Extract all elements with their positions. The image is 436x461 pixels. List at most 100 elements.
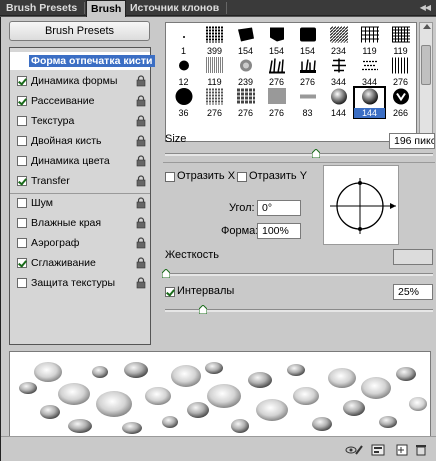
spacing-label: Интервалы — [177, 285, 235, 297]
brush-tip-cell[interactable]: 276 — [261, 56, 292, 87]
brush-tip-cell[interactable]: 144 — [323, 87, 354, 118]
brush-tip-shape — [182, 30, 186, 42]
option-shape-dynamics[interactable]: Динамика формы — [10, 72, 150, 90]
brush-tip-cell[interactable]: 119 — [385, 25, 416, 56]
eye-brush-icon[interactable] — [345, 444, 363, 456]
brush-tip-shape — [267, 88, 286, 108]
brush-settings-icon[interactable] — [371, 444, 385, 456]
angle-field[interactable]: 0° — [257, 200, 301, 216]
brush-tip-cell[interactable]: 239 — [230, 56, 261, 87]
brush-tip-size: 239 — [237, 77, 254, 87]
brush-tip-cell[interactable]: 276 — [199, 87, 230, 118]
brush-tip-shape — [361, 58, 379, 77]
brush-tip-shape — [361, 88, 379, 109]
spacing-field[interactable]: 25% — [393, 284, 433, 300]
lock-icon[interactable] — [136, 277, 146, 289]
size-slider-thumb[interactable] — [311, 148, 321, 159]
brush-tip-shape — [299, 27, 317, 46]
roundness-field[interactable]: 100% — [257, 223, 301, 239]
trash-icon[interactable] — [415, 444, 429, 456]
brush-tip-cell[interactable]: 276 — [261, 87, 292, 118]
scroll-thumb[interactable] — [421, 45, 431, 85]
lock-icon[interactable] — [136, 95, 146, 107]
size-field[interactable]: 196 пикс — [389, 133, 435, 149]
option-checkbox[interactable] — [17, 156, 27, 166]
option-transfer[interactable]: Transfer — [10, 172, 150, 190]
brush-tip-cell[interactable]: 266 — [385, 87, 416, 118]
flip-x-checkbox[interactable] — [165, 172, 175, 182]
option-checkbox[interactable] — [17, 96, 27, 106]
option-checkbox[interactable] — [17, 116, 27, 126]
flip-x-label: Отразить X — [177, 170, 236, 182]
brush-tip-shape — [299, 89, 317, 108]
tab-brush[interactable]: Brush — [86, 0, 127, 17]
brush-grid-scrollbar[interactable] — [419, 22, 433, 142]
brush-tip-cell[interactable]: 154 — [261, 25, 292, 56]
tab-clone-source[interactable]: Источник клонов — [126, 0, 223, 16]
brush-tip-cell[interactable]: 276 — [230, 87, 261, 118]
brush-tip-cell[interactable]: 154 — [292, 25, 323, 56]
brush-tip-cell[interactable]: 12 — [168, 56, 199, 87]
option-dual-brush[interactable]: Двойная кисть — [10, 132, 150, 150]
option-wet-edges[interactable]: Влажные края — [10, 214, 150, 232]
lock-icon[interactable] — [136, 135, 146, 147]
brush-tip-cell[interactable]: 276 — [292, 56, 323, 87]
tab-brush-presets[interactable]: Brush Presets — [2, 0, 81, 16]
flip-y-checkbox[interactable] — [237, 172, 247, 182]
brush-tip-size: 234 — [330, 46, 347, 56]
option-label: Динамика формы — [31, 75, 118, 87]
option-checkbox[interactable] — [17, 76, 27, 86]
option-color-dynamics[interactable]: Динамика цвета — [10, 152, 150, 170]
brush-tip-cell[interactable]: 83 — [292, 87, 323, 118]
lock-icon[interactable] — [136, 75, 146, 87]
option-protect-texture[interactable]: Защита текстуры — [10, 274, 150, 292]
option-airbrush[interactable]: Аэрограф — [10, 234, 150, 252]
option-checkbox[interactable] — [17, 238, 27, 248]
brush-tip-cell[interactable]: 144 — [353, 86, 386, 119]
lock-icon[interactable] — [136, 257, 146, 269]
hardness-slider-track[interactable] — [165, 273, 433, 276]
option-brush-tip-shape[interactable]: Форма отпечатка кисти — [10, 52, 155, 70]
brush-tip-cell[interactable]: 234 — [323, 25, 354, 56]
option-checkbox[interactable] — [17, 136, 27, 146]
option-checkbox[interactable] — [17, 258, 27, 268]
hardness-slider-thumb[interactable] — [161, 268, 171, 279]
spacing-slider-thumb[interactable] — [198, 304, 208, 315]
option-checkbox[interactable] — [17, 278, 27, 288]
brush-tip-shape — [237, 58, 255, 77]
size-slider-track[interactable] — [165, 153, 433, 156]
brush-tip-size: 266 — [392, 108, 409, 118]
lock-icon[interactable] — [136, 217, 146, 229]
scroll-up-icon[interactable] — [423, 24, 431, 29]
option-checkbox[interactable] — [17, 198, 27, 208]
spacing-checkbox[interactable] — [165, 287, 175, 297]
angle-roundness-widget[interactable] — [323, 165, 399, 245]
brush-presets-button[interactable]: Brush Presets — [9, 21, 150, 41]
option-noise[interactable]: Шум — [10, 194, 150, 212]
brush-tip-cell[interactable]: 119 — [354, 25, 385, 56]
option-checkbox[interactable] — [17, 218, 27, 228]
hardness-field[interactable] — [393, 249, 433, 265]
brush-tip-cell[interactable]: 276 — [385, 56, 416, 87]
lock-icon[interactable] — [136, 115, 146, 127]
option-smoothing[interactable]: Сглаживание — [10, 254, 150, 272]
brush-tip-cell[interactable]: 119 — [199, 56, 230, 87]
lock-icon[interactable] — [136, 237, 146, 249]
new-preset-icon[interactable] — [395, 444, 409, 456]
option-label: Рассеивание — [31, 95, 95, 107]
brush-tip-cell[interactable]: 154 — [230, 25, 261, 56]
brush-tip-shape — [268, 27, 286, 46]
brush-tip-cell[interactable]: 399 — [199, 25, 230, 56]
option-texture[interactable]: Текстура — [10, 112, 150, 130]
lock-icon[interactable] — [136, 155, 146, 167]
brush-tip-shape — [329, 26, 348, 46]
option-checkbox[interactable] — [17, 176, 27, 186]
brush-tip-cell[interactable]: 344 — [323, 56, 354, 87]
brush-tip-cell[interactable]: 344 — [354, 56, 385, 87]
brush-tip-cell[interactable]: 1 — [168, 25, 199, 56]
lock-icon[interactable] — [136, 175, 146, 187]
option-scattering[interactable]: Рассеивание — [10, 92, 150, 110]
collapse-arrows-icon[interactable]: ◀◀ — [420, 3, 431, 12]
brush-tip-cell[interactable]: 36 — [168, 87, 199, 118]
lock-icon[interactable] — [136, 197, 146, 209]
